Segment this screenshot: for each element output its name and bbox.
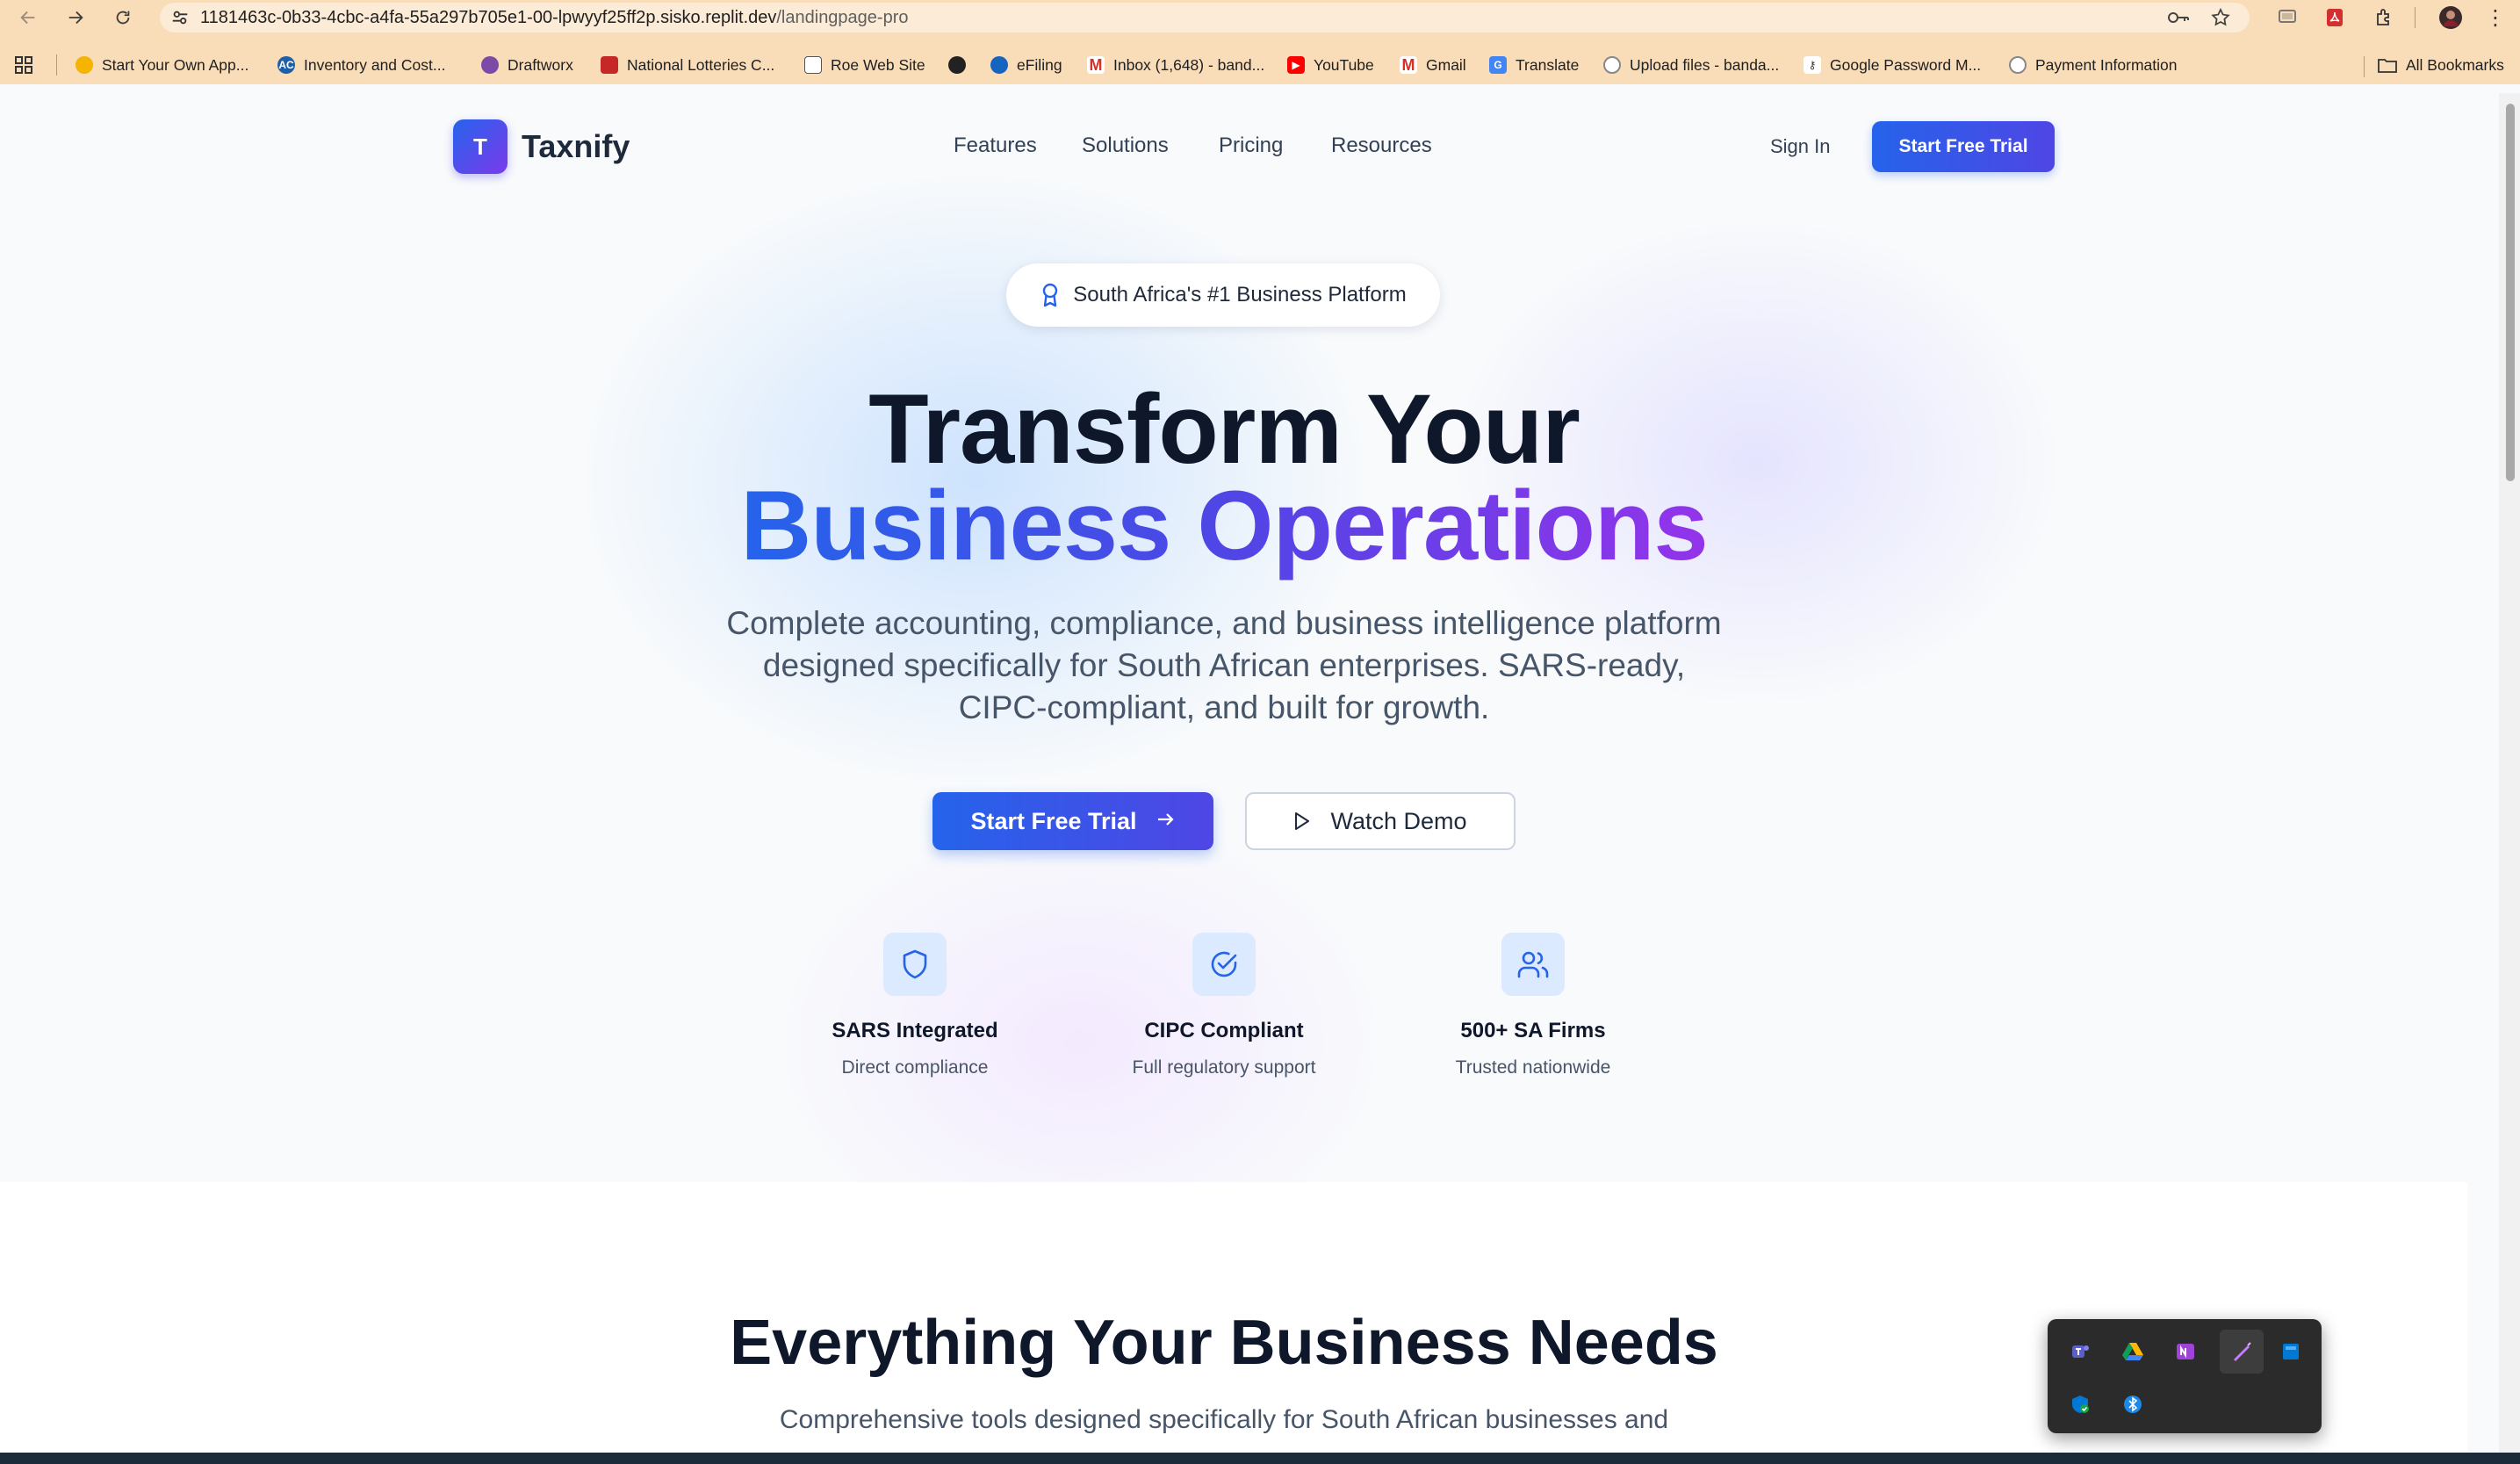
bookmark-item[interactable]: AC Inventory and Cost... [277,46,445,84]
feature-desc: Trusted nationwide [1455,1057,1611,1078]
bookmarks-divider [56,54,57,76]
feature-desc: Direct compliance [841,1057,989,1078]
feature-item: SARS Integrated Direct compliance [783,933,1047,1078]
page-viewport: T Taxnify Features Solutions Pricing Res… [0,93,2499,1453]
forward-icon[interactable] [63,5,88,30]
bookmark-item[interactable]: Draftworx [481,46,573,84]
address-bar[interactable]: 1181463c-0b33-4cbc-a4fa-55a297b705e1-00-… [160,3,2250,32]
bookmark-item[interactable]: ⚷ Google Password M... [1804,46,1981,84]
profile-avatar[interactable] [2437,5,2464,30]
lotteries-icon [601,56,618,74]
bookmark-item[interactable]: Payment Information [2009,46,2177,84]
bookmark-item[interactable]: Roe Web Site [804,46,925,84]
gmail-icon: M [1087,56,1105,74]
users-icon [1501,933,1565,996]
check-circle-icon [1192,933,1256,996]
puzzle-app-icon [76,56,93,74]
play-icon [1293,811,1311,831]
cast-icon[interactable] [2274,5,2300,30]
feature-desc: Full regulatory support [1132,1057,1316,1078]
award-icon [1040,282,1061,308]
feature-item: 500+ SA Firms Trusted nationwide [1401,933,1665,1078]
bluetooth-icon[interactable] [2114,1386,2151,1423]
image-page-icon [804,56,822,74]
key-icon: ⚷ [1804,56,1821,74]
header-start-trial-button[interactable]: Start Free Trial [1872,121,2055,172]
bookmark-item[interactable]: Upload files - banda... [1603,46,1779,84]
hero-badge: South Africa's #1 Business Platform [1006,263,1440,327]
all-bookmarks[interactable]: All Bookmarks [2378,46,2504,84]
logo-mark[interactable]: T [453,119,508,174]
bookmark-item[interactable]: M Gmail [1400,46,1466,84]
efiling-icon [990,56,1008,74]
feature-title: 500+ SA Firms [1460,1019,1606,1042]
url-host: 1181463c-0b33-4cbc-a4fa-55a297b705e1-00-… [200,7,777,27]
globe-icon [948,56,966,74]
system-tray-popup [2048,1319,2322,1433]
bookmark-item[interactable]: G Translate [1489,46,1579,84]
folder-icon [2378,57,2397,73]
feature-item: CIPC Compliant Full regulatory support [1092,933,1356,1078]
apps-grid-icon[interactable] [14,46,33,84]
nav-link-features[interactable]: Features [954,133,1037,158]
nav-link-resources[interactable]: Resources [1331,133,1432,158]
hero-title-gradient-text: Business Operations [740,471,1708,581]
windows-app-icon[interactable] [2272,1333,2309,1370]
security-shield-icon[interactable] [2062,1386,2099,1423]
onenote-icon[interactable] [2167,1333,2204,1370]
arrow-right-icon [1156,809,1176,833]
extensions-icon[interactable] [2371,5,2397,30]
bookmark-star-icon[interactable] [2207,5,2234,30]
os-taskbar [0,1453,2520,1464]
toolbar-divider [2415,7,2416,28]
hero-badge-text: South Africa's #1 Business Platform [1073,283,1407,307]
back-icon[interactable] [16,5,40,30]
watch-demo-button[interactable]: Watch Demo [1245,792,1516,850]
pdf-extension-icon[interactable] [2322,5,2348,30]
draftworx-icon [481,56,499,74]
nav-link-pricing[interactable]: Pricing [1219,133,1283,158]
nav-link-solutions[interactable]: Solutions [1082,133,1169,158]
bookmark-item[interactable]: National Lotteries C... [601,46,774,84]
feature-title: SARS Integrated [832,1019,998,1042]
github-icon [2009,56,2027,74]
feature-title: CIPC Compliant [1144,1019,1304,1042]
sign-in-link[interactable]: Sign In [1770,135,1831,158]
hero-title-line2: Business Operations [0,469,2448,583]
pen-icon[interactable] [2220,1330,2264,1374]
teams-icon[interactable] [2062,1333,2099,1370]
bookmark-item[interactable]: eFiling [990,46,1062,84]
url-path: /landingpage-pro [776,7,909,27]
bookmark-item[interactable]: ▶ YouTube [1287,46,1374,84]
bookmarks-bar: Start Your Own App... AC Inventory and Co… [0,46,2520,84]
password-key-icon[interactable] [2165,5,2192,30]
brand-name[interactable]: Taxnify [522,128,630,165]
scrollbar-thumb[interactable] [2506,104,2515,481]
translate-icon: G [1489,56,1507,74]
bookmark-item[interactable]: Start Your Own App... [76,46,248,84]
gmail-icon: M [1400,56,1417,74]
hero-start-trial-button[interactable]: Start Free Trial [932,792,1213,850]
hero-start-trial-label: Start Free Trial [970,807,1137,834]
browser-menu-icon[interactable]: ⋮ [2485,5,2506,30]
google-drive-icon[interactable] [2114,1333,2151,1370]
youtube-icon: ▶ [1287,56,1305,74]
hero-subtitle: Complete accounting, compliance, and bus… [726,605,1722,725]
bookmark-item[interactable] [948,46,975,84]
ac-logo-icon: AC [277,56,295,74]
site-info-icon[interactable] [167,4,193,31]
bookmarks-divider [2364,56,2365,77]
browser-toolbar-strip [0,35,2520,46]
reload-icon[interactable] [111,5,135,30]
bookmark-item[interactable]: M Inbox (1,648) - band... [1087,46,1264,84]
watch-demo-label: Watch Demo [1330,807,1467,834]
github-icon [1603,56,1621,74]
shield-icon [883,933,947,996]
